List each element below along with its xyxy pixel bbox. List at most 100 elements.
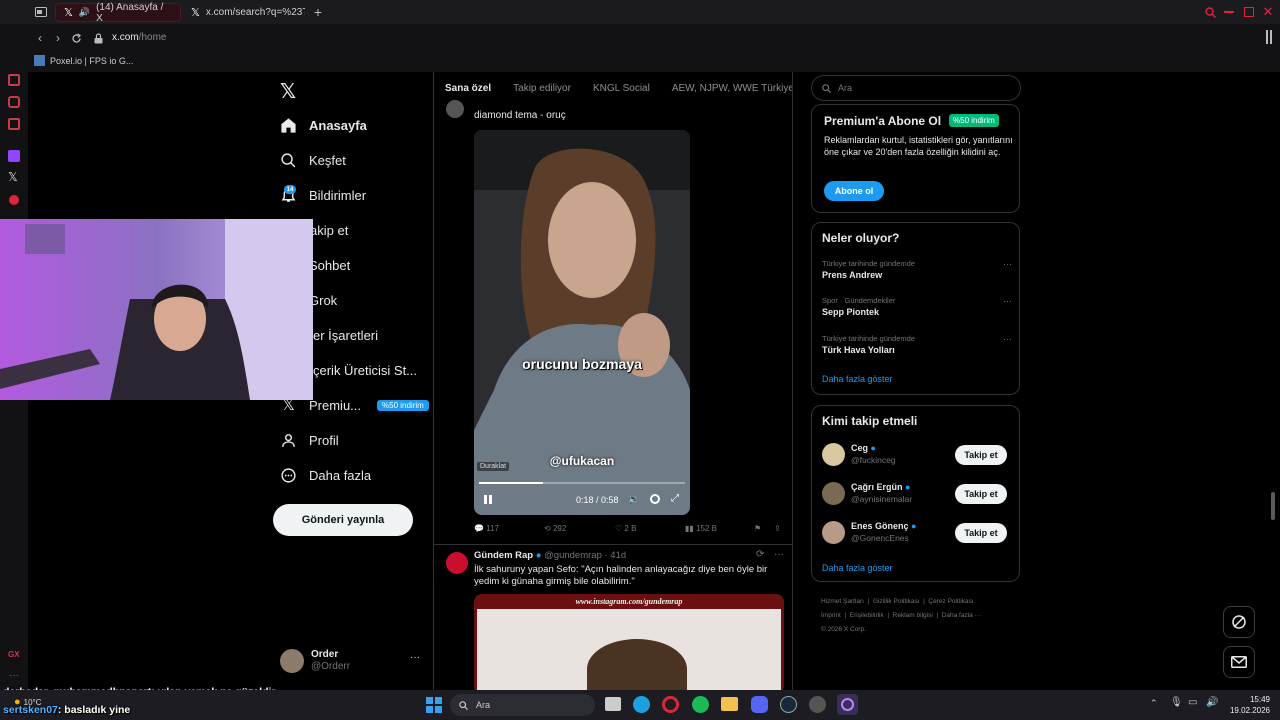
suggestion-row[interactable]: Enes Gönenç ● @GonencEnes Takip et (822, 520, 1017, 546)
minimize-icon[interactable] (1222, 4, 1236, 20)
nav-home[interactable]: Anasayfa (280, 110, 367, 140)
avatar[interactable] (446, 100, 464, 118)
video-player[interactable]: orucunu bozmaya @ufukacan Duraklat 0:18 … (474, 130, 690, 515)
volume-icon[interactable]: 🔉 (628, 494, 639, 505)
messenger-icon[interactable] (8, 96, 20, 108)
post-media[interactable]: www.instagram.com/gundemrap (474, 594, 784, 690)
like-button[interactable]: ♡ 2 B (615, 524, 636, 533)
x-sidebar-icon[interactable]: 𝕏 (8, 170, 18, 184)
tab-following[interactable]: Takip ediliyor (502, 83, 582, 94)
tray-chevron-icon[interactable]: ⌃ (1150, 698, 1158, 709)
reply-button[interactable]: 💬 117 (474, 524, 499, 533)
avatar (822, 482, 845, 505)
nav-more[interactable]: Daha fazla (280, 460, 371, 490)
subscribe-button[interactable]: Abone ol (824, 181, 884, 201)
author-name[interactable]: Gündem Rap (474, 550, 533, 561)
twitch-icon[interactable] (8, 150, 20, 162)
account-switcher[interactable]: Order @Orderr ··· (280, 647, 430, 677)
search-tabs-icon[interactable] (1203, 4, 1217, 20)
tab-list-icon[interactable] (34, 5, 48, 19)
avatar[interactable] (446, 552, 468, 574)
post-button[interactable]: Gönderi yayınla (273, 504, 413, 536)
messages-float-button[interactable] (1223, 646, 1255, 678)
trend-item[interactable]: Türkiye tarihinde gündemde Türk Hava Yol… (822, 334, 1012, 355)
scrollbar-thumb[interactable] (1271, 492, 1275, 520)
settings-icon[interactable] (650, 494, 660, 504)
follow-button[interactable]: Takip et (955, 484, 1007, 504)
footer-link[interactable]: Çerez Politikası (928, 598, 973, 605)
search-icon (281, 152, 296, 167)
extension-icon[interactable] (9, 195, 19, 205)
footer-link[interactable]: Erişilebilirlik (850, 612, 884, 619)
pause-icon[interactable] (484, 495, 492, 504)
maximize-icon[interactable] (1242, 4, 1256, 20)
sidebar-more-icon[interactable]: ··· (9, 670, 19, 681)
footer-link[interactable]: Reklam bilgisi (893, 612, 933, 619)
suggestion-row[interactable]: Ceg ● @fuckinceg Takip et (822, 442, 1017, 468)
tab-aew[interactable]: AEW, NJPW, WWE Türkiye 🇹🇷 (661, 83, 792, 94)
folder-icon[interactable] (721, 697, 738, 711)
bookmark-icon[interactable]: ⚑ (754, 524, 761, 533)
search-input[interactable]: Ara (811, 75, 1021, 101)
new-tab-icon[interactable]: + (311, 4, 325, 20)
more-icon[interactable]: ··· (774, 549, 784, 560)
mic-icon[interactable]: 🎙 (1170, 697, 1183, 708)
footer-link[interactable]: Hizmet Şartları (821, 598, 864, 605)
app-icon[interactable] (809, 696, 826, 713)
follow-button[interactable]: Takip et (955, 523, 1007, 543)
close-icon[interactable]: ✕ (1261, 4, 1275, 20)
steam-icon[interactable] (780, 696, 797, 713)
more-icon[interactable]: ··· (1003, 259, 1012, 269)
follow-button[interactable]: Takip et (955, 445, 1007, 465)
bookmark-item[interactable]: Poxel.io | FPS io G... (34, 55, 133, 66)
speaker-icon[interactable]: 🔊 (79, 7, 90, 18)
start-icon[interactable] (426, 697, 442, 713)
fullscreen-icon[interactable]: ⤢ (671, 493, 679, 504)
back-icon[interactable]: ‹ (34, 31, 46, 45)
taskbar-search[interactable]: Ara (450, 694, 595, 716)
tab-search[interactable]: 𝕏 x.com/search?q=%23TRT (183, 3, 305, 22)
more-icon[interactable]: ··· (410, 652, 420, 663)
more-icon[interactable]: ··· (1003, 334, 1012, 344)
footer-link[interactable]: Gizlilik Politikası (873, 598, 920, 605)
share-icon[interactable]: ⇪ (774, 524, 781, 533)
gx-icon[interactable]: GX (8, 650, 20, 659)
edge-icon[interactable] (633, 696, 650, 713)
nav-explore[interactable]: Keşfet (280, 145, 346, 175)
forward-icon[interactable]: › (52, 31, 64, 45)
show-more-link[interactable]: Daha fazla göster (822, 563, 893, 573)
obs-icon[interactable] (837, 694, 858, 715)
spotify-icon[interactable] (692, 696, 709, 713)
video-progress-track[interactable] (479, 482, 685, 484)
mail-icon[interactable] (8, 118, 20, 130)
more-icon[interactable]: ··· (1003, 296, 1012, 306)
suggestion-row[interactable]: Çağrı Ergün ● @aynisinemalar Takip et (822, 481, 1017, 507)
page-scrollbar[interactable] (1270, 72, 1276, 682)
volume-icon[interactable]: 🔊 (1206, 697, 1218, 708)
repost-button[interactable]: ⟲ 292 (544, 524, 566, 533)
views-button[interactable]: ▮▮ 152 B (685, 524, 717, 533)
post-actions: 💬 117 ⟲ 292 ♡ 2 B ▮▮ 152 B ⚑ ⇪ (474, 524, 784, 538)
footer-link[interactable]: Daha fazla ··· (942, 612, 981, 619)
clock[interactable]: 15:49 19.02.2026 (1226, 694, 1270, 716)
tab-for-you[interactable]: Sana özel (434, 83, 502, 94)
grok-icon[interactable]: ⟳ (756, 549, 764, 560)
shopping-icon[interactable] (8, 74, 20, 86)
tab-kngl[interactable]: KNGL Social (582, 83, 661, 94)
trend-item[interactable]: Türkiye tarihinde gündemde Prens Andrew … (822, 259, 1012, 280)
nav-profile[interactable]: Profil (280, 425, 339, 455)
network-icon[interactable]: ▭ (1188, 697, 1197, 708)
easy-setup-icon[interactable] (1266, 30, 1274, 46)
footer-link[interactable]: İmprint (821, 612, 841, 619)
opera-icon[interactable] (662, 696, 679, 713)
x-logo-icon[interactable]: 𝕏 (280, 79, 296, 104)
discord-icon[interactable] (751, 696, 768, 713)
show-more-link[interactable]: Daha fazla göster (822, 374, 893, 384)
tab-home[interactable]: 𝕏 🔊 (14) Anasayfa / X (55, 2, 181, 24)
lock-icon[interactable] (92, 31, 104, 45)
trend-item[interactable]: Spor · Gündemdekiler Sepp Piontek ··· (822, 296, 1012, 317)
reload-icon[interactable] (70, 31, 82, 45)
task-view-icon[interactable] (605, 697, 621, 711)
grok-float-button[interactable] (1223, 606, 1255, 638)
url-field[interactable]: x.com/home (112, 32, 166, 43)
